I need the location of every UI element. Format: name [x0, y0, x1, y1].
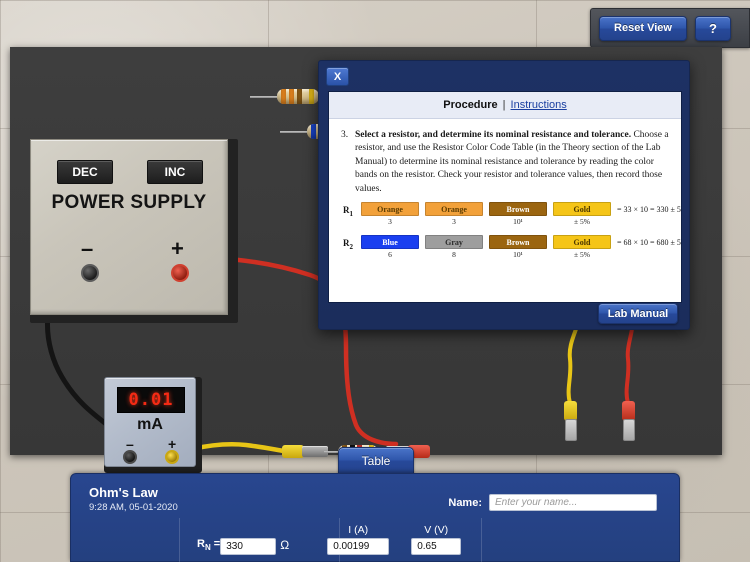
table-row: R2 Blue 6 Gray 8 Brown 10¹ Gold ± 5% = 6…: [343, 235, 681, 259]
band-value: 3: [388, 217, 392, 227]
power-supply-decrement-button[interactable]: DEC: [57, 160, 113, 184]
name-input[interactable]: [489, 494, 657, 511]
power-supply-negative-jack[interactable]: [81, 264, 99, 282]
band-value: 6: [388, 250, 392, 260]
name-field-row: Name:: [448, 494, 657, 511]
ammeter-positive-jack[interactable]: [165, 450, 179, 464]
band-value: ± 5%: [574, 217, 590, 227]
band-value: 3: [452, 217, 456, 227]
ohms-law-simulation: Reset View ? DEC INC POWER SUPPLY – + 0.…: [0, 0, 750, 562]
current-column-header: I (A): [348, 524, 369, 536]
step-bold-text: Select a resistor, and determine its nom…: [355, 130, 632, 140]
procedure-page: Procedure | Instructions 3. Select a res…: [328, 91, 682, 303]
step-text: Select a resistor, and determine its nom…: [355, 129, 671, 196]
power-supply: DEC INC POWER SUPPLY – +: [30, 139, 228, 315]
band-chip: Gray: [425, 235, 483, 250]
color-band-cell: Gold ± 5%: [553, 202, 611, 226]
ammeter-unit-label: mA: [137, 416, 163, 433]
band-value: 8: [452, 250, 456, 260]
nominal-resistance-input[interactable]: [220, 538, 277, 555]
page-title: Procedure: [443, 99, 498, 111]
band-chip: Gold: [553, 202, 611, 217]
row-label-r2: R2: [343, 238, 353, 252]
power-supply-positive-label: +: [171, 236, 184, 261]
procedure-page-header: Procedure | Instructions: [329, 92, 681, 119]
reset-view-button[interactable]: Reset View: [599, 15, 687, 41]
nominal-resistance-group: RN = Ω: [197, 538, 293, 555]
current-input[interactable]: [327, 538, 390, 555]
voltage-column: V (V): [411, 524, 462, 555]
ammeter: 0.01 mA – +: [104, 377, 196, 467]
ammeter-display: 0.01: [117, 387, 185, 413]
resistor-color-code-table: R1 Orange 3 Orange 3 Brown 10¹ Gold ± 5%…: [329, 200, 681, 259]
divider: [481, 518, 482, 562]
band-chip: Orange: [425, 202, 483, 217]
color-band-cell: Brown 10¹: [489, 202, 547, 226]
red-probe-tip[interactable]: [623, 419, 635, 441]
step-number: 3.: [341, 130, 349, 140]
row-label-r1: R1: [343, 205, 353, 219]
band-value: ± 5%: [574, 250, 590, 260]
yellow-probe-collar: [564, 401, 577, 421]
tab-table[interactable]: Table: [338, 447, 414, 474]
ammeter-negative-jack[interactable]: [123, 450, 137, 464]
power-supply-positive-jack[interactable]: [171, 264, 189, 282]
red-probe-collar: [622, 401, 635, 421]
top-toolbar: Reset View ?: [590, 8, 750, 48]
procedure-step: 3. Select a resistor, and determine its …: [329, 119, 681, 200]
power-supply-increment-button[interactable]: INC: [147, 160, 203, 184]
voltage-input[interactable]: [411, 538, 462, 555]
color-band-cell: Gold ± 5%: [553, 235, 611, 259]
header-separator: |: [502, 99, 506, 111]
yellow-clip-boot: [282, 445, 304, 458]
band-chip: Orange: [361, 202, 419, 217]
resistor-1[interactable]: [277, 89, 319, 104]
dialog-footer: Lab Manual: [319, 301, 689, 329]
band-value: 10¹: [513, 250, 523, 260]
color-band-cell: Blue 6: [361, 235, 419, 259]
band-chip: Brown: [489, 202, 547, 217]
band-chip: Blue: [361, 235, 419, 250]
power-supply-negative-label: –: [81, 236, 94, 261]
current-column: I (A): [327, 524, 390, 555]
color-band-cell: Orange 3: [425, 202, 483, 226]
lab-manual-button[interactable]: Lab Manual: [598, 303, 678, 324]
ohm-unit-label: Ω: [280, 538, 290, 552]
instructions-link[interactable]: Instructions: [511, 99, 567, 111]
band-chip: Gold: [553, 235, 611, 250]
voltage-column-header: V (V): [424, 524, 449, 536]
measurement-columns: RN = Ω I (A) V (V): [197, 524, 462, 555]
page-title: Ohm's Law: [89, 485, 158, 500]
timestamp: 9:28 AM, 05-01-2020: [89, 502, 178, 513]
band-value: 10¹: [513, 217, 523, 227]
row-equation: = 68 × 10 = 680 ± 5%: [617, 238, 682, 248]
procedure-dialog: X Procedure | Instructions 3. Select a r…: [318, 60, 690, 330]
name-label: Name:: [448, 496, 482, 509]
yellow-probe-tip[interactable]: [565, 419, 577, 441]
color-band-cell: Brown 10¹: [489, 235, 547, 259]
nominal-resistance-label: RN =: [197, 537, 221, 552]
band-chip: Brown: [489, 235, 547, 250]
data-table-panel: Ohm's Law 9:28 AM, 05-01-2020 Name: RN =…: [70, 473, 680, 562]
color-band-cell: Orange 3: [361, 202, 419, 226]
table-row: R1 Orange 3 Orange 3 Brown 10¹ Gold ± 5%…: [343, 202, 681, 226]
close-icon[interactable]: X: [326, 67, 349, 86]
help-button[interactable]: ?: [695, 15, 731, 41]
power-supply-title: POWER SUPPLY: [51, 192, 207, 213]
ammeter-reading: 0.01: [128, 390, 174, 410]
divider: [179, 518, 180, 562]
row-equation: = 33 × 10 = 330 ± 5%: [617, 205, 682, 215]
color-band-cell: Gray 8: [425, 235, 483, 259]
